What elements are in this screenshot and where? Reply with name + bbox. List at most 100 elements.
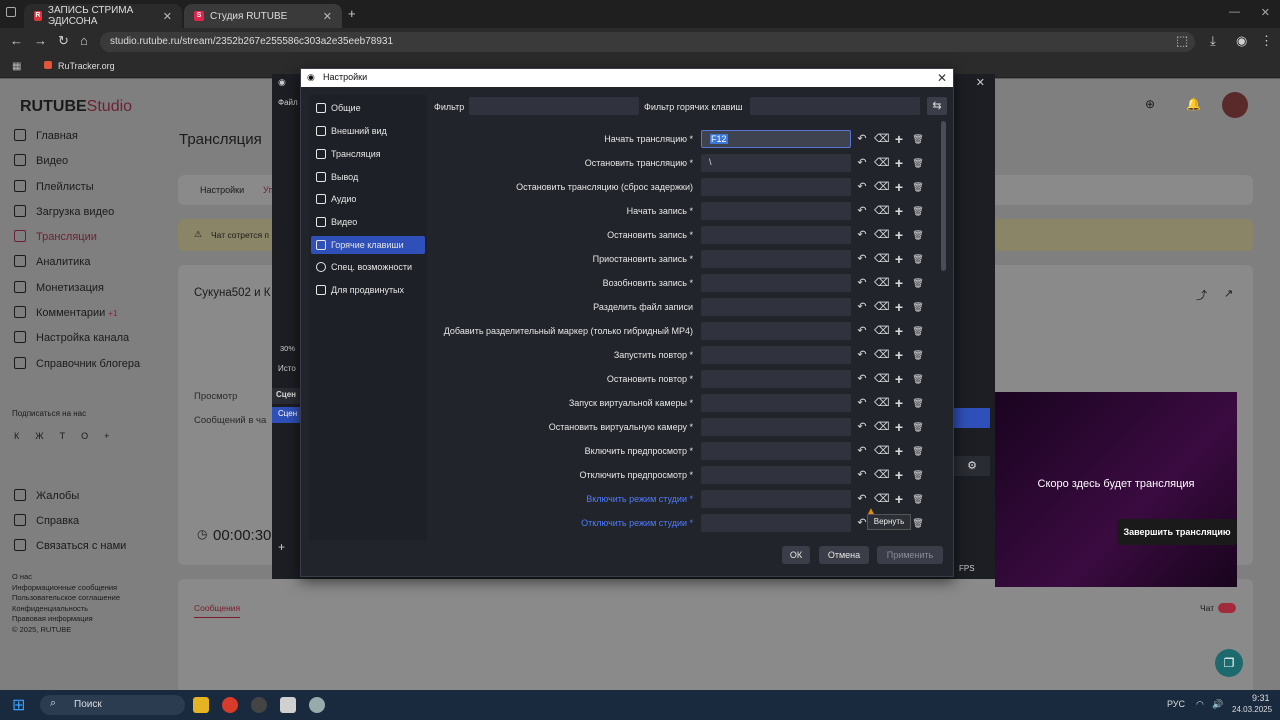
delete-icon[interactable]: 🗑 (911, 300, 925, 314)
revert-icon[interactable]: ↶ (855, 324, 869, 338)
revert-icon[interactable]: ↶ (855, 468, 869, 482)
sidebar-item-home[interactable]: Главная (14, 129, 164, 154)
profile-icon[interactable]: ◉ (1236, 33, 1247, 49)
clear-icon[interactable]: ⌫ (874, 252, 890, 266)
add-icon[interactable]: + (892, 156, 906, 170)
reload-icon[interactable]: ↻ (58, 33, 69, 49)
delete-icon[interactable]: 🗑 (911, 180, 925, 194)
revert-icon[interactable]: ↶ (855, 228, 869, 242)
sidebar-item-channel-settings[interactable]: Настройка канала (14, 331, 164, 356)
delete-icon[interactable]: 🗑 (911, 156, 925, 170)
hotkey-input[interactable] (701, 370, 851, 388)
clock-date[interactable]: 24.03.2025 (1232, 705, 1272, 714)
delete-icon[interactable]: 🗑 (911, 228, 925, 242)
add-icon[interactable]: + (892, 372, 906, 386)
rutube-logo[interactable]: RUTUBEStudio (20, 98, 132, 116)
ok-button[interactable]: ОК (782, 546, 810, 564)
obs-taskbar-icon[interactable] (251, 697, 267, 713)
menu-icon[interactable]: ⋮ (1260, 33, 1273, 49)
hotkey-input[interactable]: F12 (701, 130, 851, 148)
sidebar-item-playlists[interactable]: Плейлисты (14, 179, 164, 205)
revert-icon[interactable]: ↶ (855, 204, 869, 218)
nav-output[interactable]: Вывод (311, 168, 425, 186)
delete-icon[interactable]: 🗑 (911, 276, 925, 290)
taskbar-search[interactable]: ⌕ Поиск (40, 695, 185, 715)
add-icon[interactable]: + (892, 492, 906, 506)
avatar[interactable] (1222, 92, 1248, 118)
add-icon[interactable]: + (892, 468, 906, 482)
hotkey-input[interactable] (701, 298, 851, 316)
home-icon[interactable]: ⌂ (80, 33, 88, 48)
hotkey-input[interactable] (701, 250, 851, 268)
nav-appearance[interactable]: Внешний вид (311, 122, 425, 140)
hotkey-input[interactable] (701, 274, 851, 292)
revert-icon[interactable]: ↶ (855, 132, 869, 146)
revert-icon[interactable]: ↶ (855, 396, 869, 410)
transition-item[interactable] (954, 408, 990, 428)
footer-link[interactable]: Конфиденциальность (12, 604, 120, 615)
delete-icon[interactable]: 🗑 (911, 444, 925, 458)
end-stream-button[interactable]: Завершить трансляцию (1117, 519, 1237, 545)
language-indicator[interactable]: РУС (1167, 699, 1185, 709)
nav-general[interactable]: Общие (311, 99, 425, 117)
messages-tab[interactable]: Сообщения (194, 603, 241, 618)
sidebar-item-complaints[interactable]: Жалобы (14, 489, 164, 514)
scene-item[interactable]: Сцен (272, 407, 300, 423)
download-icon[interactable]: ⤓ (1210, 33, 1216, 49)
delete-icon[interactable]: 🗑 (911, 132, 925, 146)
browser-tab[interactable]: R ЗАПИСЬ СТРИМА ЭДИСОНА ✕ (24, 4, 182, 28)
sidebar-item-comments[interactable]: Комментарии +1 (14, 306, 164, 331)
delete-icon[interactable]: 🗑 (911, 396, 925, 410)
add-icon[interactable]: + (892, 348, 906, 362)
add-icon[interactable]: + (892, 204, 906, 218)
browser-tab-active[interactable]: S Студия RUTUBE ✕ (184, 4, 342, 28)
support-chat-button[interactable]: ❐ (1215, 649, 1243, 677)
hotkey-input[interactable] (701, 490, 851, 508)
apply-button[interactable]: Применить (877, 546, 943, 564)
add-icon[interactable]: + (892, 276, 906, 290)
add-icon[interactable]: + (892, 132, 906, 146)
address-bar[interactable]: studio.rutube.ru/stream/2352b267e255586c… (100, 32, 1195, 52)
tab-actions-icon[interactable] (6, 7, 16, 17)
file-explorer-icon[interactable] (193, 697, 209, 713)
add-icon[interactable]: + (892, 324, 906, 338)
add-scene-icon[interactable]: + (278, 540, 285, 554)
close-tab-icon[interactable]: ✕ (323, 10, 332, 23)
clear-icon[interactable]: ⌫ (874, 276, 890, 290)
hotkey-input[interactable] (701, 394, 851, 412)
sidebar-item-upload[interactable]: Загрузка видео (14, 204, 164, 230)
minimize-icon[interactable]: — (1229, 6, 1240, 18)
scrollbar-thumb[interactable] (941, 121, 946, 271)
sidebar-item-streams[interactable]: Трансляции (14, 230, 164, 255)
hotkey-input[interactable] (701, 178, 851, 196)
clear-icon[interactable]: ⌫ (874, 156, 890, 170)
network-icon[interactable]: ◠ (1196, 699, 1204, 710)
close-tab-icon[interactable]: ✕ (163, 10, 172, 23)
new-tab-button[interactable]: + (348, 6, 356, 21)
clear-icon[interactable]: ⌫ (874, 372, 890, 386)
revert-icon[interactable]: ↶ (855, 180, 869, 194)
delete-icon[interactable]: 🗑 (911, 516, 925, 530)
revert-icon[interactable]: ↶ (855, 252, 869, 266)
bookmark-rutracker[interactable]: RuTracker.org (58, 61, 115, 71)
zen-icon[interactable]: О (81, 431, 88, 441)
nav-hotkeys[interactable]: Горячие клавиши (311, 236, 425, 254)
more-icon[interactable]: + (104, 431, 109, 441)
open-external-icon[interactable]: ↗ (1224, 287, 1233, 300)
revert-icon[interactable]: ↶ (855, 444, 869, 458)
settings-taskbar-icon[interactable] (309, 697, 325, 713)
add-icon[interactable]: + (892, 252, 906, 266)
hotkey-input[interactable] (701, 322, 851, 340)
hotkey-input[interactable] (701, 514, 851, 532)
windows-start-icon[interactable]: ⊞ (12, 695, 25, 715)
sidebar-item-monetization[interactable]: Монетизация (14, 280, 164, 306)
delete-icon[interactable]: 🗑 (911, 492, 925, 506)
revert-icon[interactable]: ↶ (855, 156, 869, 170)
clear-icon[interactable]: ⌫ (874, 300, 890, 314)
footer-link[interactable]: Информационные сообщения (12, 583, 120, 594)
add-icon[interactable]: + (892, 444, 906, 458)
nav-audio[interactable]: Аудио (311, 190, 425, 208)
obs-menu-file[interactable]: Файл (278, 98, 298, 107)
hotkey-filter-input[interactable] (750, 97, 920, 115)
hotkey-input[interactable] (701, 418, 851, 436)
